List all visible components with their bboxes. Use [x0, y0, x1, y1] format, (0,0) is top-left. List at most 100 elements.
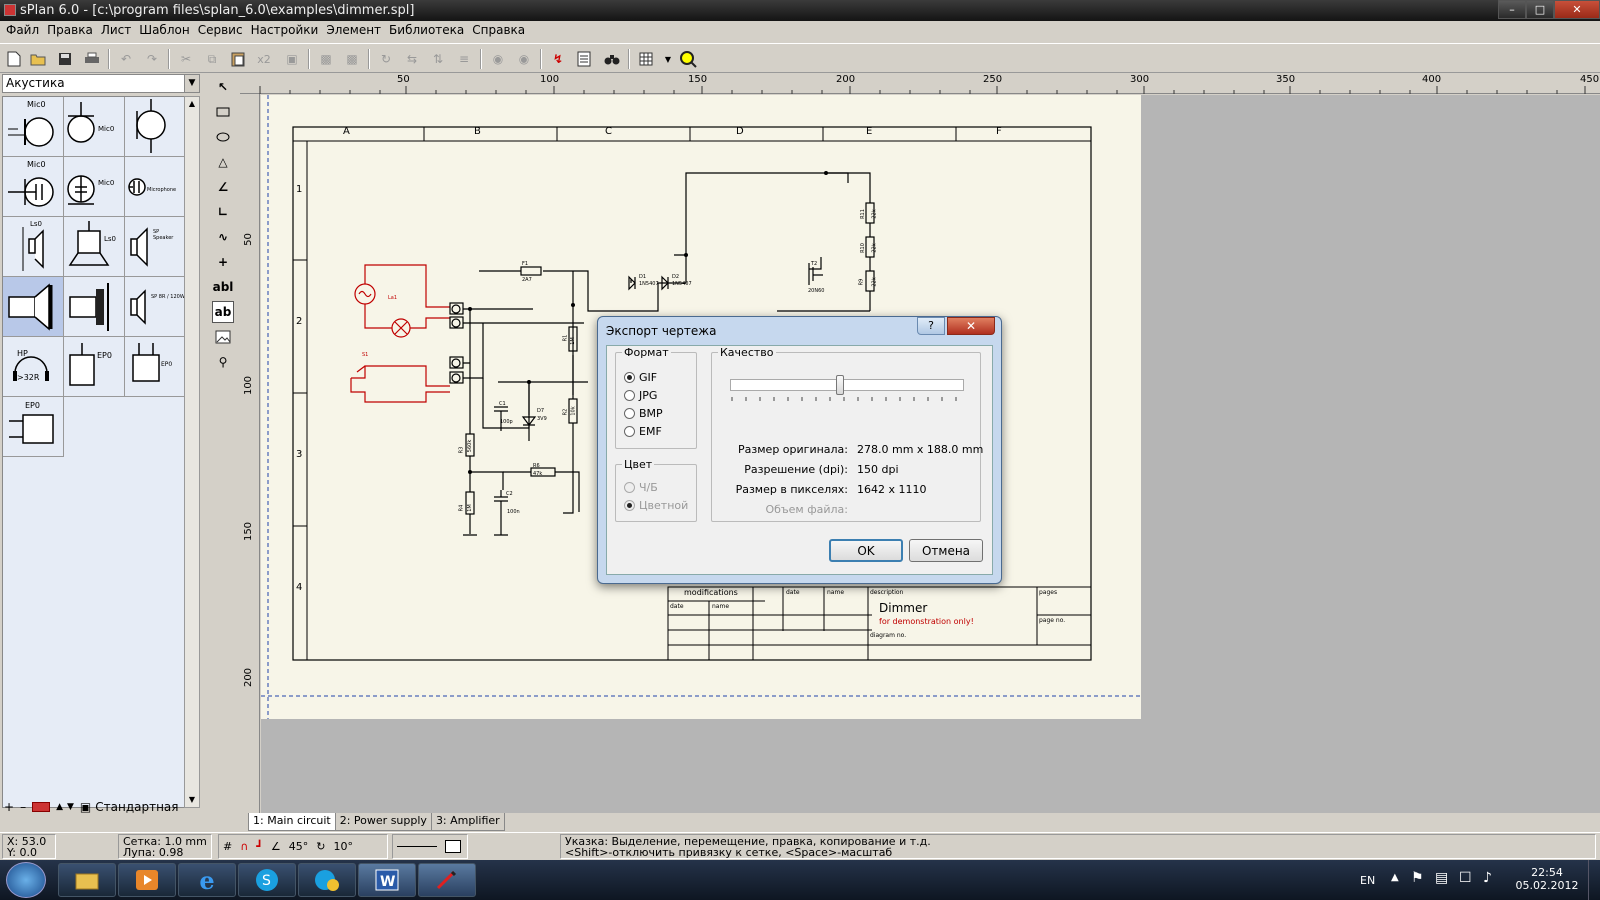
angle1-value[interactable]: 45°	[289, 841, 309, 852]
clock[interactable]: 22:54 05.02.2012	[1512, 866, 1582, 892]
chevron-down-icon[interactable]: ▼	[184, 75, 199, 92]
menu-file[interactable]: Файл	[6, 21, 47, 41]
quality-slider-track[interactable]	[730, 379, 964, 391]
bring-front-icon[interactable]: ▩	[316, 49, 336, 69]
rectangle-tool-icon[interactable]	[212, 101, 234, 123]
ie-taskbar-icon[interactable]: e	[178, 863, 236, 897]
scroll-up-icon[interactable]: ▲	[185, 97, 199, 111]
menu-template[interactable]: Шаблон	[139, 21, 197, 41]
cut-icon[interactable]: ✂	[176, 49, 196, 69]
pointer-tool-icon[interactable]: ↖	[212, 76, 234, 98]
color-color-radio[interactable]: Цветной	[624, 499, 688, 512]
menu-service[interactable]: Сервис	[198, 21, 251, 41]
tray-arrow-icon[interactable]: ▲	[1391, 872, 1399, 883]
format-jpg-radio[interactable]: JPG	[624, 389, 657, 402]
junction-tool-icon[interactable]: +	[212, 251, 234, 273]
redo-icon[interactable]: ↷	[142, 49, 162, 69]
menu-element[interactable]: Элемент	[326, 21, 389, 41]
color-bw-radio[interactable]: Ч/Б	[624, 481, 658, 494]
component-mic-2[interactable]: Mic0	[64, 97, 125, 157]
component-speaker-8r[interactable]: SP 8R / 120W	[125, 277, 186, 337]
remove-library-icon[interactable]: –	[20, 800, 26, 814]
polygon-tool-icon[interactable]: △	[212, 151, 234, 173]
rotate-step-icon[interactable]: ↻	[316, 841, 325, 852]
angle-icon[interactable]: ∠	[271, 841, 281, 852]
close-button[interactable]: ✕	[1554, 0, 1600, 19]
format-bmp-radio[interactable]: BMP	[624, 407, 663, 420]
ellipse-tool-icon[interactable]	[212, 126, 234, 148]
add-library-icon[interactable]: +	[4, 800, 14, 814]
net-icon[interactable]: ↯	[548, 49, 568, 69]
line-width-icon[interactable]	[397, 845, 437, 847]
delete-icon[interactable]: ▣	[282, 49, 302, 69]
save-icon[interactable]	[55, 49, 75, 69]
tray-device-icon[interactable]: ▤	[1435, 870, 1448, 886]
grid-icon[interactable]	[636, 49, 656, 69]
zoom-fit-icon[interactable]	[678, 49, 698, 69]
open-folder-icon[interactable]	[28, 49, 48, 69]
move-down-icon[interactable]: ▼	[67, 802, 74, 812]
paste-icon[interactable]	[228, 49, 248, 69]
component-earphone-3[interactable]: EP0	[3, 397, 64, 457]
rotate-icon[interactable]: ↻	[376, 49, 396, 69]
component-mic-4[interactable]: Mic0	[3, 157, 64, 217]
language-indicator[interactable]: EN	[1360, 874, 1375, 887]
image-tool-icon[interactable]	[212, 326, 234, 348]
component-speaker-big-selected[interactable]	[3, 277, 64, 337]
component-earphone-2[interactable]: EP0	[125, 337, 186, 397]
menu-help[interactable]: Справка	[472, 21, 533, 41]
tab-amplifier[interactable]: 3: Amplifier	[430, 813, 505, 831]
print-icon[interactable]	[82, 49, 102, 69]
textbox-tool-icon[interactable]: ab	[212, 301, 234, 323]
component-headphones[interactable]: HP >32R	[3, 337, 64, 397]
component-speaker-1[interactable]: Ls0	[3, 217, 64, 277]
ungroup-icon[interactable]: ◉	[514, 49, 534, 69]
format-gif-radio[interactable]: GIF	[624, 371, 657, 384]
line-tool-icon[interactable]: ∟	[212, 201, 234, 223]
volume-icon[interactable]: ♪	[1483, 870, 1492, 886]
mirror-h-icon[interactable]: ⇆	[402, 49, 422, 69]
zoom-tool-icon[interactable]: ⚲	[212, 351, 234, 373]
menu-sheet[interactable]: Лист	[101, 21, 139, 41]
splan-taskbar-icon[interactable]	[418, 863, 476, 897]
skype-tools-taskbar-icon[interactable]	[298, 863, 356, 897]
component-earphone-1[interactable]: EP0	[64, 337, 125, 397]
component-mic-3[interactable]	[125, 97, 186, 157]
menu-library[interactable]: Библиотека	[389, 21, 472, 41]
tab-power-supply[interactable]: 2: Power supply	[334, 813, 432, 831]
group-icon[interactable]: ◉	[488, 49, 508, 69]
component-microphone[interactable]: Microphone	[125, 157, 186, 217]
quality-slider-thumb[interactable]	[836, 375, 844, 395]
library-edit-icon[interactable]	[32, 802, 51, 812]
cancel-button[interactable]: Отмена	[909, 539, 983, 562]
component-speaker-big[interactable]	[64, 277, 125, 337]
start-button[interactable]	[6, 862, 46, 898]
word-taskbar-icon[interactable]: W	[358, 863, 416, 897]
show-desktop-button[interactable]	[1588, 860, 1600, 900]
menu-settings[interactable]: Настройки	[251, 21, 327, 41]
send-back-icon[interactable]: ▩	[342, 49, 362, 69]
help-button[interactable]: ?	[917, 317, 945, 335]
binoculars-icon[interactable]	[602, 49, 622, 69]
copy-icon[interactable]: ⧉	[202, 49, 222, 69]
snap-icon[interactable]: ┛	[256, 841, 263, 852]
library-scrollbar[interactable]: ▲ ▼	[184, 96, 200, 808]
minimize-button[interactable]: –	[1498, 0, 1526, 19]
angle2-value[interactable]: 10°	[334, 841, 354, 852]
tab-main-circuit[interactable]: 1: Main circuit	[248, 813, 336, 831]
component-mic-5[interactable]: Mic0	[64, 157, 125, 217]
maximize-button[interactable]: □	[1526, 0, 1554, 19]
grid-toggle-icon[interactable]: #	[223, 841, 232, 852]
bezier-tool-icon[interactable]: ∿	[212, 226, 234, 248]
explorer-taskbar-icon[interactable]	[58, 863, 116, 897]
action-center-icon[interactable]: ☐	[1459, 870, 1472, 886]
format-emf-radio[interactable]: EMF	[624, 425, 662, 438]
polyline-tool-icon[interactable]: ∠	[212, 176, 234, 198]
fill-style-icon[interactable]	[445, 839, 461, 853]
component-mic-1[interactable]: Mic0	[3, 97, 64, 157]
new-file-icon[interactable]	[4, 49, 24, 69]
parts-list-icon[interactable]	[574, 49, 594, 69]
mirror-v-icon[interactable]: ⇅	[428, 49, 448, 69]
grid-dropdown-icon[interactable]: ▼	[658, 49, 678, 69]
text-tool-icon[interactable]: abl	[212, 276, 234, 298]
